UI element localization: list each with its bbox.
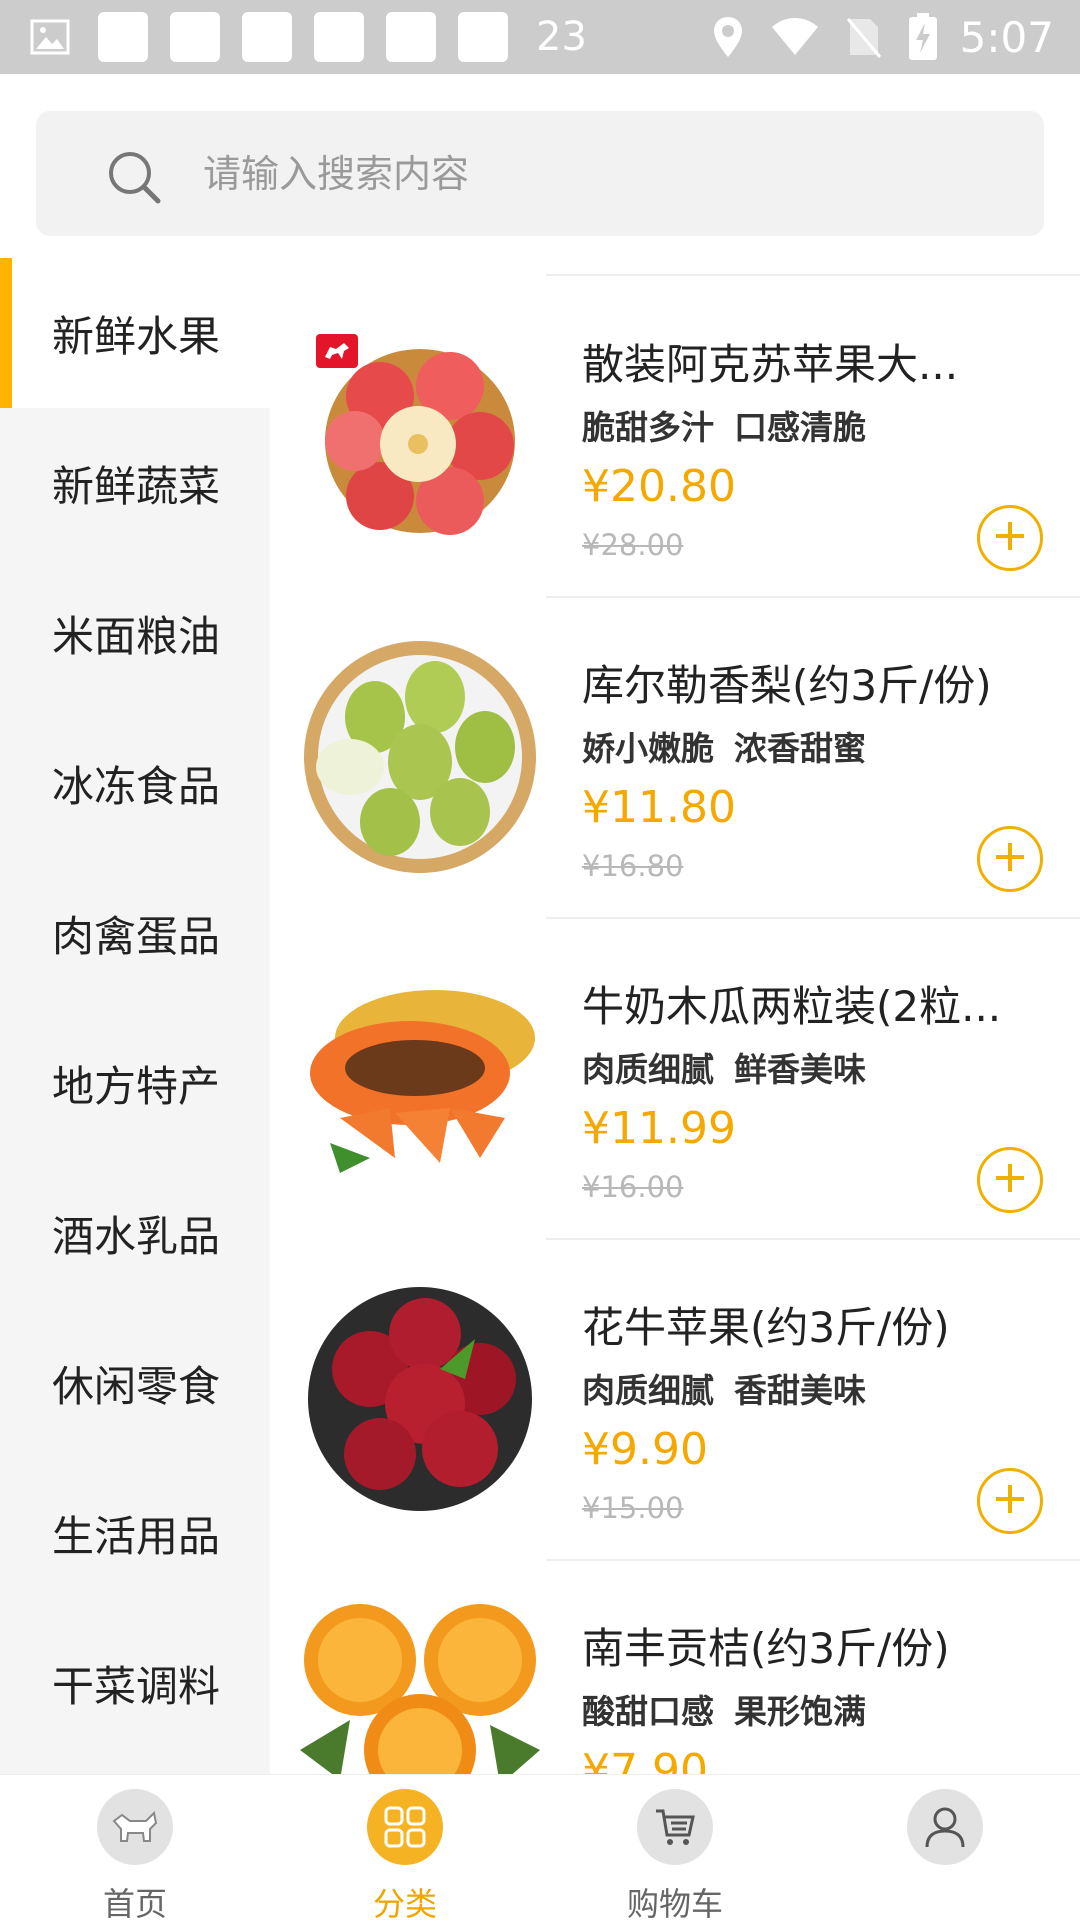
category-item-grain-oil[interactable]: 米面粮油 bbox=[0, 558, 270, 708]
category-label: 休闲零食 bbox=[52, 1361, 221, 1411]
cart-icon bbox=[637, 1789, 713, 1865]
add-to-cart-button[interactable] bbox=[977, 505, 1043, 571]
product-price: ¥20.80 bbox=[582, 461, 736, 512]
category-item-fresh-fruit[interactable]: 新鲜水果 bbox=[0, 258, 270, 408]
nav-home[interactable]: 首页 bbox=[0, 1775, 270, 1923]
product-tag: 娇小嫩脆 bbox=[582, 729, 714, 768]
notification-icon bbox=[314, 12, 364, 62]
search-input[interactable] bbox=[201, 141, 1005, 207]
add-to-cart-button[interactable] bbox=[977, 1468, 1043, 1534]
add-to-cart-button[interactable] bbox=[977, 1147, 1043, 1213]
product-title: 散装阿克苏苹果大... bbox=[582, 340, 959, 389]
product-original-price: ¥16.80 bbox=[582, 849, 684, 883]
nav-label: 购物车 bbox=[626, 1885, 723, 1923]
product-card[interactable]: 南丰贡桔(约3斤/份) 酸甜口感 果形饱满 ¥7.90 bbox=[270, 1560, 1080, 1774]
plus-icon bbox=[992, 518, 1028, 558]
product-card[interactable]: 花牛苹果(约3斤/份) 肉质细腻 香甜美味 ¥9.90 ¥15.00 bbox=[270, 1239, 1080, 1559]
search-bar[interactable] bbox=[36, 111, 1044, 236]
nav-category[interactable]: 分类 bbox=[270, 1775, 540, 1923]
product-original-price: ¥15.00 bbox=[582, 1491, 684, 1525]
bottom-nav: 首页 分类 购物车 bbox=[0, 1774, 1080, 1923]
category-label: 地方特产 bbox=[52, 1061, 221, 1111]
product-card[interactable]: 库尔勒香梨(约3斤/份) 娇小嫩脆 浓香甜蜜 ¥11.80 ¥16.80 bbox=[270, 597, 1080, 917]
user-icon bbox=[907, 1789, 983, 1865]
product-tags: 肉质细腻 鲜香美味 bbox=[582, 1043, 886, 1091]
product-price: ¥9.90 bbox=[582, 1424, 708, 1475]
category-label: 新鲜蔬菜 bbox=[52, 461, 221, 511]
category-label: 肉禽蛋品 bbox=[52, 911, 221, 961]
product-tag: 肉质细腻 bbox=[582, 1371, 714, 1410]
grid-icon bbox=[367, 1789, 443, 1865]
product-card[interactable]: 牛奶木瓜两粒装(2粒... 肉质细腻 鲜香美味 ¥11.99 ¥16.00 bbox=[270, 918, 1080, 1238]
notification-icon bbox=[170, 12, 220, 62]
product-price: ¥7.90 bbox=[582, 1745, 708, 1774]
product-tag: 果形饱满 bbox=[734, 1692, 866, 1731]
notification-icon bbox=[242, 12, 292, 62]
product-tag: 口感清脆 bbox=[734, 408, 866, 447]
category-label: 冰冻食品 bbox=[52, 761, 221, 811]
product-title: 牛奶木瓜两粒装(2粒... bbox=[582, 982, 1002, 1031]
battery-charging-icon bbox=[908, 13, 938, 61]
notification-icon bbox=[98, 12, 148, 62]
category-item-daily-goods[interactable]: 生活用品 bbox=[0, 1458, 270, 1608]
category-item-dried-seasoning[interactable]: 干菜调料 bbox=[0, 1608, 270, 1758]
product-title: 花牛苹果(约3斤/份) bbox=[582, 1303, 950, 1352]
category-label: 酒水乳品 bbox=[52, 1211, 221, 1261]
red-apple-plate-image bbox=[300, 1279, 540, 1519]
category-item-meat-eggs[interactable]: 肉禽蛋品 bbox=[0, 858, 270, 1008]
category-item-frozen-food[interactable]: 冰冻食品 bbox=[0, 708, 270, 858]
plus-icon bbox=[992, 1160, 1028, 1200]
nav-cart[interactable]: 购物车 bbox=[540, 1775, 810, 1923]
image-icon bbox=[30, 19, 70, 55]
category-label: 干菜调料 bbox=[52, 1661, 221, 1711]
category-label: 米面粮油 bbox=[52, 611, 221, 661]
product-tag: 浓香甜蜜 bbox=[734, 729, 866, 768]
product-title: 南丰贡桔(约3斤/份) bbox=[582, 1624, 950, 1673]
wifi-icon bbox=[770, 17, 820, 57]
product-tags: 娇小嫩脆 浓香甜蜜 bbox=[582, 722, 886, 770]
category-label: 新鲜水果 bbox=[52, 311, 221, 361]
notification-count: 23 bbox=[536, 14, 587, 60]
category-item-fresh-vegetables[interactable]: 新鲜蔬菜 bbox=[0, 408, 270, 558]
product-title: 库尔勒香梨(约3斤/份) bbox=[582, 661, 992, 710]
product-tag: 脆甜多汁 bbox=[582, 408, 714, 447]
nav-label: 分类 bbox=[372, 1885, 437, 1923]
location-icon bbox=[712, 15, 744, 59]
promo-badge-icon bbox=[316, 334, 358, 368]
pear-basket-image bbox=[300, 637, 540, 877]
product-original-price: ¥28.00 bbox=[582, 528, 684, 562]
product-tag: 肉质细腻 bbox=[582, 1050, 714, 1089]
product-price: ¥11.80 bbox=[582, 782, 736, 833]
notification-icon bbox=[458, 12, 508, 62]
clock: 5:07 bbox=[959, 12, 1054, 62]
product-price: ¥11.99 bbox=[582, 1103, 736, 1154]
papaya-image bbox=[300, 958, 540, 1198]
category-item-snacks[interactable]: 休闲零食 bbox=[0, 1308, 270, 1458]
add-to-cart-button[interactable] bbox=[977, 826, 1043, 892]
plus-icon bbox=[992, 1481, 1028, 1521]
nav-profile[interactable] bbox=[810, 1775, 1080, 1921]
category-sidebar: 新鲜水果 新鲜蔬菜 米面粮油 冰冻食品 肉禽蛋品 地方特产 酒水乳品 休闲零食 … bbox=[0, 258, 270, 1774]
category-label: 生活用品 bbox=[52, 1511, 221, 1561]
search-icon bbox=[106, 149, 162, 205]
product-tags: 肉质细腻 香甜美味 bbox=[582, 1364, 886, 1412]
nav-label: 首页 bbox=[102, 1885, 167, 1923]
notification-icon bbox=[386, 12, 436, 62]
no-sim-icon bbox=[846, 15, 882, 59]
product-card[interactable]: 散装阿克苏苹果大... 脆甜多汁 口感清脆 ¥20.80 ¥28.00 bbox=[270, 276, 1080, 596]
home-dog-icon bbox=[97, 1789, 173, 1865]
product-tag: 香甜美味 bbox=[734, 1371, 866, 1410]
product-tags: 酸甜口感 果形饱满 bbox=[582, 1685, 886, 1733]
product-tag: 鲜香美味 bbox=[734, 1050, 866, 1089]
category-item-local-specialty[interactable]: 地方特产 bbox=[0, 1008, 270, 1158]
product-tag: 酸甜口感 bbox=[582, 1692, 714, 1731]
plus-icon bbox=[992, 839, 1028, 879]
category-item-drinks-dairy[interactable]: 酒水乳品 bbox=[0, 1158, 270, 1308]
product-original-price: ¥16.00 bbox=[582, 1170, 684, 1204]
status-bar: 23 5:07 bbox=[0, 0, 1080, 74]
product-tags: 脆甜多汁 口感清脆 bbox=[582, 401, 886, 449]
tangerine-image bbox=[300, 1600, 540, 1774]
